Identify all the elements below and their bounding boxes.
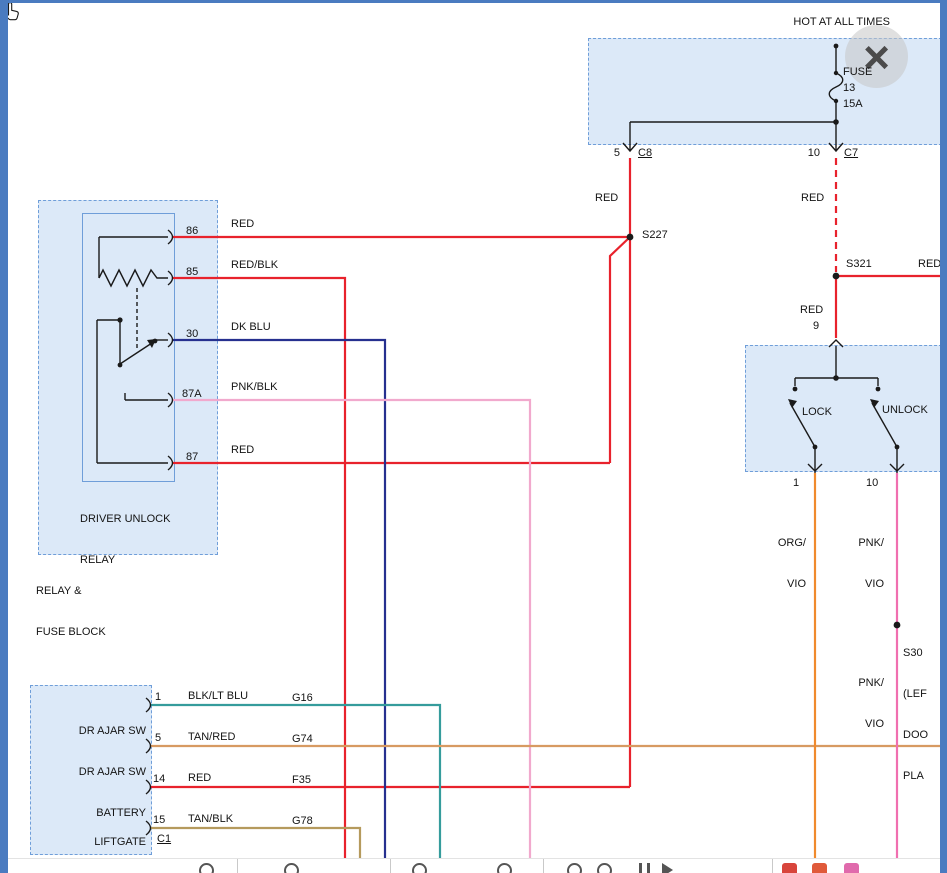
- relay-circuit: [97, 230, 173, 470]
- c1-row-2-pin: 5: [155, 732, 161, 745]
- c1-row-4-wire: TAN/BLK: [188, 813, 233, 826]
- hot-at-all-times-label: HOT AT ALL TIMES: [775, 16, 890, 29]
- right-border-bar: [940, 0, 947, 873]
- relay-pin-86-label: 86: [186, 225, 198, 238]
- relay-pin-87a-label: 87A: [182, 388, 202, 401]
- lock-entry-pin-label: 9: [813, 320, 819, 333]
- top-border-bar: [0, 0, 947, 3]
- wire-red-label-c8: RED: [595, 192, 618, 205]
- relay-wire-30-label: DK BLU: [231, 321, 271, 334]
- relay-pin-30-label: 30: [186, 328, 198, 341]
- wire-red-label-down: RED: [800, 304, 823, 317]
- relay-wire-85-label: RED/BLK: [231, 259, 278, 272]
- c1-row-3-pin: 14: [153, 773, 165, 786]
- c1-row-1-code: G16: [292, 692, 313, 705]
- c1-row-2-wire: TAN/RED: [188, 731, 235, 744]
- c1-row-3-code: F35: [292, 774, 311, 787]
- c7-connector-link[interactable]: C7: [844, 147, 858, 160]
- c1-row-4-code: G78: [292, 815, 313, 828]
- c8-connector-link[interactable]: C8: [638, 147, 652, 160]
- c1-row-1-pin: 1: [155, 691, 161, 704]
- fuse-circuit: [623, 44, 843, 151]
- splice-s30x-label: S30 (LEF DOO PLA: [903, 620, 928, 810]
- wire-red-label-c7: RED: [801, 192, 824, 205]
- left-border-bar: [0, 0, 8, 873]
- marker-orange-icon[interactable]: [812, 863, 827, 873]
- wire-pnk-vio-lower-label: PNK/ VIO: [848, 650, 884, 758]
- zoom-in-icon[interactable]: [199, 863, 214, 873]
- wire-pnk-vio-upper-label: PNK/ VIO: [848, 510, 884, 618]
- relay-wire-87-label: RED: [231, 444, 254, 457]
- wire-org-vio-label: ORG/ VIO: [770, 510, 806, 618]
- splice-s227-label: S227: [642, 229, 668, 242]
- lock-pin-10-label: 10: [866, 477, 878, 490]
- lock-label: LOCK: [802, 406, 832, 419]
- c8-pin-label: 5: [595, 147, 620, 160]
- c7-pin-label: 10: [795, 147, 820, 160]
- rotate-icon[interactable]: [497, 863, 512, 873]
- marker-red-icon[interactable]: [782, 863, 797, 873]
- wiring-diagram-viewer: × HOT AT ALL TIMES FUSE 13 15A 5 C8 10 C…: [0, 0, 947, 873]
- relay-pin-85-label: 85: [186, 266, 198, 279]
- splice-s321-label: S321: [846, 258, 872, 271]
- zoom-out-icon[interactable]: [284, 863, 299, 873]
- relay-wire-87a-label: PNK/BLK: [231, 381, 277, 394]
- refresh-icon[interactable]: [597, 863, 612, 873]
- unlock-label: UNLOCK: [882, 404, 928, 417]
- pan-icon[interactable]: [567, 863, 582, 873]
- fuse-name-label: FUSE: [843, 66, 872, 79]
- c1-row-3-wire: RED: [188, 772, 211, 785]
- bottom-toolbar: [8, 858, 940, 873]
- toolbar-divider: [237, 859, 238, 873]
- relay-fuse-block-title: RELAY & FUSE BLOCK: [36, 558, 106, 666]
- toolbar-divider: [390, 859, 391, 873]
- relay-wire-86-label: RED: [231, 218, 254, 231]
- c1-row-1-wire: BLK/LT BLU: [188, 690, 248, 703]
- c1-row-4-pin: 15: [153, 814, 165, 827]
- forward-icon[interactable]: [662, 863, 673, 873]
- lock-pin-1-label: 1: [793, 477, 799, 490]
- pause-icon[interactable]: [639, 863, 650, 873]
- toolbar-divider: [772, 859, 773, 873]
- fuse-rating-label: 15A: [843, 98, 863, 111]
- c1-row-2-code: G74: [292, 733, 313, 746]
- marker-pink-icon[interactable]: [844, 863, 859, 873]
- fuse-number-label: 13: [843, 82, 855, 95]
- c1-connector-link[interactable]: C1: [157, 833, 171, 846]
- adjust-icon[interactable]: [412, 863, 427, 873]
- wire-red-label-right: RED: [918, 258, 941, 271]
- c1-connector-pins: [146, 698, 151, 835]
- relay-pin-87-label: 87: [186, 451, 198, 464]
- toolbar-divider: [543, 859, 544, 873]
